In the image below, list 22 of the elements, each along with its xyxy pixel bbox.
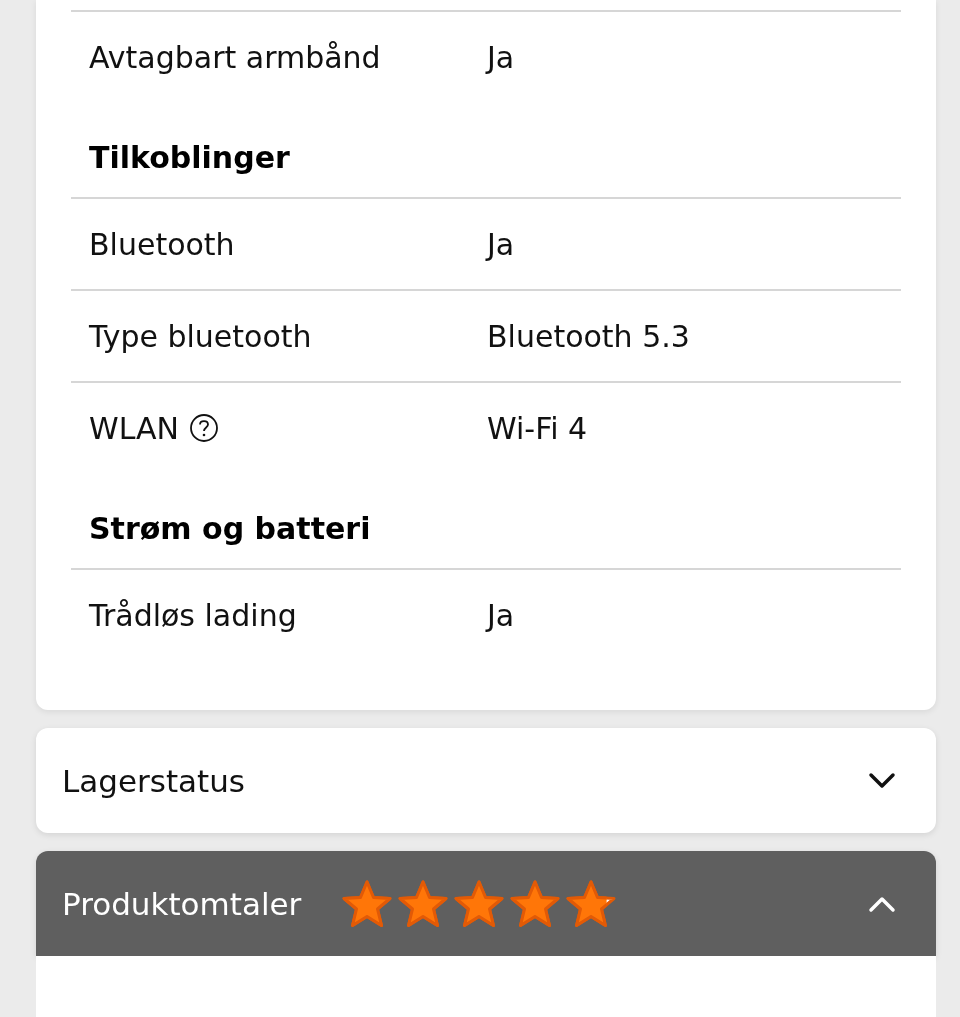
section-heading: Tilkoblinger	[88, 139, 291, 177]
spec-label: Bluetooth	[89, 226, 235, 262]
spec-label: Trådløs lading	[89, 597, 297, 633]
spec-label: WLAN	[89, 410, 180, 446]
spec-value: Ja	[487, 226, 515, 262]
star-icon	[453, 878, 506, 929]
spec-value: Bluetooth 5.3	[487, 318, 690, 354]
chevron-down-icon	[868, 771, 896, 790]
section-heading: Strøm og batteri	[88, 510, 372, 548]
accordion-header[interactable]: Produktomtaler	[36, 851, 936, 956]
chevron-up-icon	[868, 894, 896, 913]
help-icon[interactable]	[189, 413, 220, 443]
accordion-header[interactable]: Lagerstatus	[36, 728, 936, 833]
star-icon	[397, 878, 450, 929]
spec-value: Ja	[487, 597, 515, 633]
spec-value: Ja	[487, 39, 515, 75]
spec-value: Wi-Fi 4	[487, 410, 588, 446]
star-icon	[509, 878, 562, 929]
spec-label: Type bluetooth	[89, 318, 312, 354]
star-icon	[565, 878, 618, 929]
spec-label: Avtagbart armbånd	[89, 39, 381, 75]
star-icon	[341, 878, 394, 929]
